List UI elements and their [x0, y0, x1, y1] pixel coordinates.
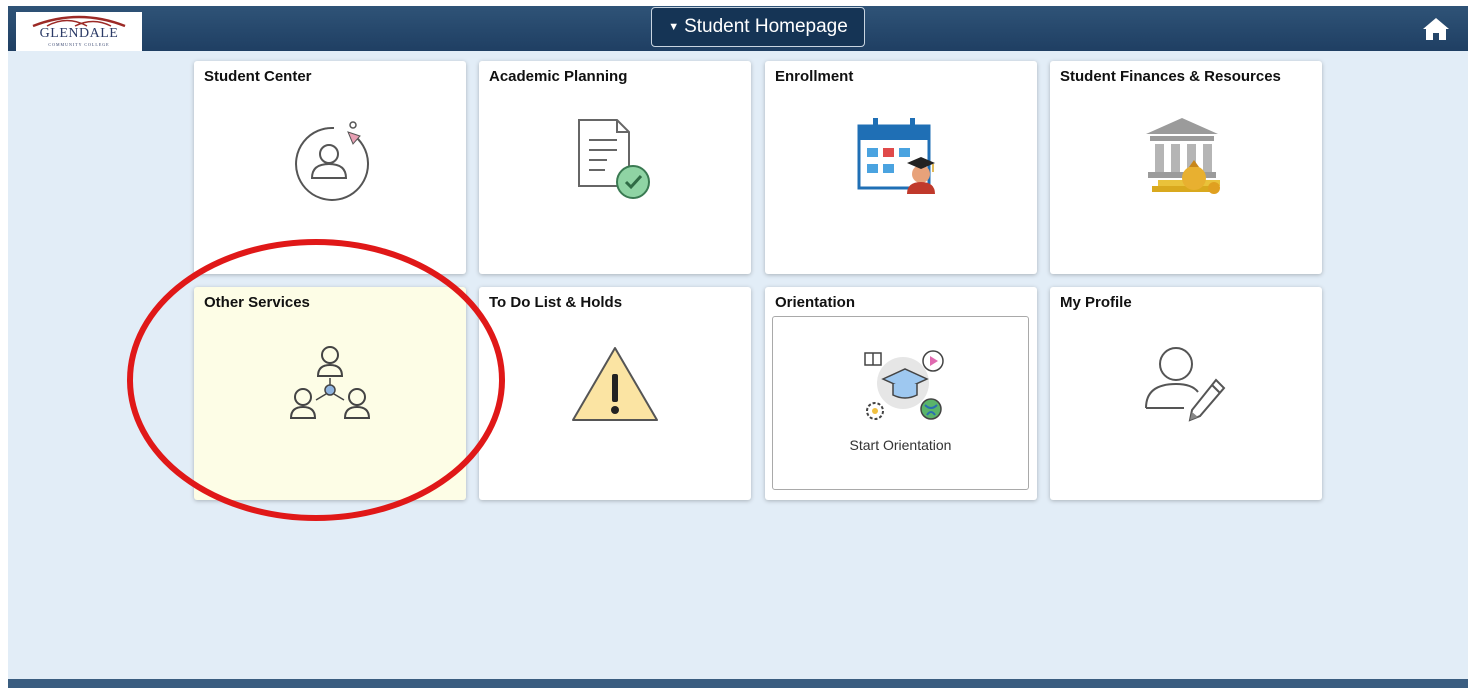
tile-orientation[interactable]: Orientation Start Orientation [765, 287, 1037, 500]
warning-icon [572, 347, 658, 421]
homepage-selector-label: Student Homepage [684, 16, 848, 37]
tile-todo-holds[interactable]: To Do List & Holds [479, 287, 751, 500]
tile-my-profile[interactable]: My Profile [1050, 287, 1322, 500]
tile-title: To Do List & Holds [489, 294, 623, 311]
tile-title: Enrollment [775, 68, 854, 85]
app-header: ▼ Student Homepage [8, 6, 1468, 51]
homepage-selector-button[interactable]: ▼ Student Homepage [651, 7, 865, 47]
bank-coins-icon [1146, 118, 1220, 194]
tile-student-center[interactable]: Student Center [194, 61, 466, 274]
tile-enrollment[interactable]: Enrollment [765, 61, 1037, 274]
start-orientation-label: Start Orientation [849, 437, 952, 453]
logo-text: GLENDALE [39, 26, 119, 41]
calendar-student-icon [857, 118, 935, 194]
logo-subtext: COMMUNITY COLLEGE [48, 42, 110, 47]
orientation-icon [864, 350, 944, 420]
home-icon[interactable] [1422, 16, 1450, 42]
tile-academic-planning[interactable]: Academic Planning [479, 61, 751, 274]
people-network-icon [289, 346, 371, 419]
start-orientation-button[interactable]: Start Orientation [772, 316, 1029, 490]
app-footer [8, 679, 1468, 688]
student-center-icon [295, 121, 370, 201]
tile-title: Academic Planning [489, 68, 628, 85]
caret-down-icon: ▼ [668, 21, 680, 33]
tile-title: Orientation [775, 294, 856, 311]
tile-title: My Profile [1060, 294, 1132, 311]
tile-other-services[interactable]: Other Services [194, 287, 466, 500]
profile-edit-icon [1145, 347, 1226, 422]
tile-student-finances[interactable]: Student Finances & Resources [1050, 61, 1322, 274]
tile-title: Student Center [204, 68, 312, 85]
tile-title: Student Finances & Resources [1060, 68, 1281, 85]
tile-title: Other Services [204, 294, 310, 311]
document-check-icon [578, 119, 650, 199]
